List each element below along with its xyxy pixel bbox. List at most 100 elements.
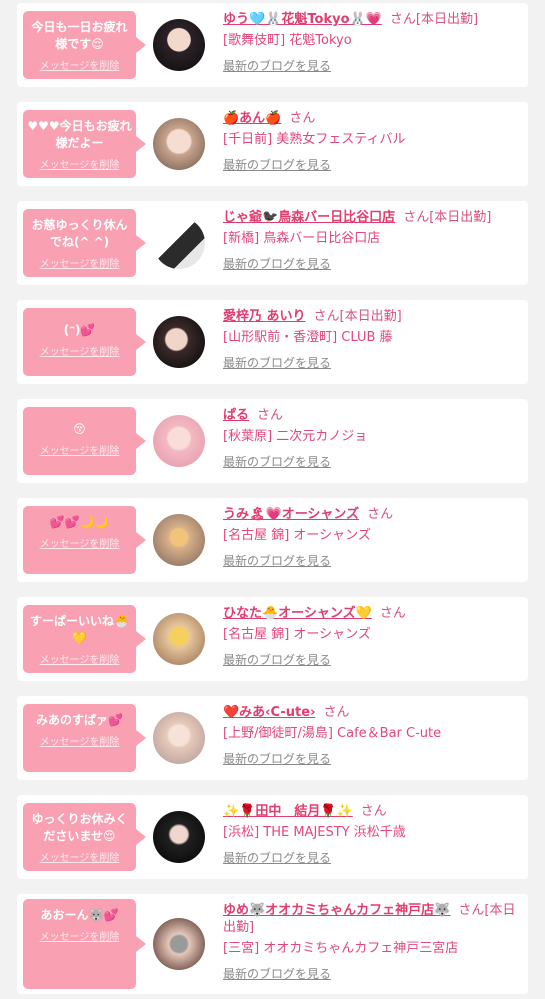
message-text: 😚 — [73, 422, 86, 436]
girl-name-link[interactable]: ひなた🐣オーシャンズ💛 — [223, 606, 372, 621]
message-text: ゆっくりお休みくださいませ😌 — [31, 812, 128, 843]
shop-name: [千日前] 美熟女フェスティバル — [223, 132, 406, 147]
message-card: みあのすぱァ💕 メッセージを削除 ❤️みあ‹C-ute› さん [上野/御徒町/湯島] … — [17, 696, 528, 780]
message-bubble: (ᵔ)💕 メッセージを削除 — [23, 308, 146, 376]
honorific-label: さん — [379, 606, 406, 621]
message-list: 今日も一日お疲れ様です😌 メッセージを削除 ゆう🩵🐰花魁Tokyo🐰💗 さん[本日出勤… — [0, 0, 545, 999]
shop-name: [浜松] THE MAJESTY 浜松千歳 — [223, 825, 406, 840]
honorific-label: さん — [289, 111, 316, 126]
girl-info: ゆめ🐺オオカミちゃんカフェ神戸店🐺 さん[本日出勤] [三宮] オオカミちゃんカフェ… — [223, 902, 523, 983]
message-bubble: みあのすぱァ💕 メッセージを削除 — [23, 704, 146, 772]
message-bubble: ゆっくりお休みくださいませ😌 メッセージを削除 — [23, 803, 146, 871]
shop-name: [秋葉原] 二次元カノジョ — [223, 429, 368, 444]
honorific-label: さん — [458, 903, 485, 918]
shop-name: [新橋] 鳥森バー日比谷口店 — [223, 231, 381, 246]
latest-blog-link[interactable]: 最新のブログを見る — [223, 850, 331, 867]
message-bubble: すーぱーいいね🐣💛 メッセージを削除 — [23, 605, 146, 673]
latest-blog-link[interactable]: 最新のブログを見る — [223, 751, 331, 768]
latest-blog-link[interactable]: 最新のブログを見る — [223, 553, 331, 570]
honorific-label: さん — [367, 507, 394, 522]
honorific-label: さん — [403, 210, 430, 225]
avatar-man-suit-logo[interactable] — [153, 217, 205, 269]
avatar-girl-black-dress[interactable] — [153, 811, 205, 863]
message-card: ♥♥♥今日もお疲れ様だよーメッセージを削除 🍎あん🍎 さん [千日前] 美熟女フェステ… — [17, 102, 528, 186]
message-card: 今日も一日お疲れ様です😌 メッセージを削除 ゆう🩵🐰花魁Tokyo🐰💗 さん[本日出勤… — [17, 3, 528, 87]
message-card: あおーん🐺💕 メッセージを削除 ゆめ🐺オオカミちゃんカフェ神戸店🐺 さん[本日出勤][… — [17, 894, 528, 994]
message-card: お慈ゆっくり休んでね(^ ^) メッセージを削除 じゃ爺🐦‍⬛鳥森バー日比谷口店 さん… — [17, 201, 528, 285]
honorific-label: さん — [389, 12, 416, 27]
message-text: ♥♥♥今日もお疲れ様だよー — [27, 119, 132, 150]
message-card: 😚 メッセージを削除 ぱる さん [秋葉原] 二次元カノジョ 最新のブログを見る — [17, 399, 528, 483]
shop-name: [名古屋 錦] オーシャンズ — [223, 528, 371, 543]
honorific-label: さん — [323, 705, 350, 720]
latest-blog-link[interactable]: 最新のブログを見る — [223, 256, 331, 273]
girl-name-line: ひなた🐣オーシャンズ💛 さん — [223, 605, 523, 622]
delete-message-link[interactable]: メッセージを削除 — [27, 442, 132, 457]
girl-info: 🍎あん🍎 さん [千日前] 美熟女フェスティバル 最新のブログを見る — [223, 110, 523, 174]
girl-name-line: うみ🏝💗オーシャンズ さん — [223, 506, 523, 523]
girl-info: ✨🌹田中 結月🌹✨ さん [浜松] THE MAJESTY 浜松千歳 最新のブログを見… — [223, 803, 523, 867]
girl-name-line: 🍎あん🍎 さん — [223, 110, 523, 127]
shop-name: [上野/御徒町/湯島] Cafe＆Bar C-ute — [223, 726, 442, 741]
message-card: ゆっくりお休みくださいませ😌 メッセージを削除 ✨🌹田中 結月🌹✨ さん [浜松] TH… — [17, 795, 528, 879]
message-text: 今日も一日お疲れ様です😌 — [31, 20, 128, 51]
delete-message-link[interactable]: メッセージを削除 — [27, 156, 132, 171]
avatar-girl-dark-hair[interactable] — [153, 19, 205, 71]
message-text: (ᵔ)💕 — [63, 323, 96, 337]
girl-name-link[interactable]: ゆめ🐺オオカミちゃんカフェ神戸店🐺 — [223, 903, 450, 918]
message-bubble: 💕💕🌙🌙 メッセージを削除 — [23, 506, 146, 574]
message-bubble: お慈ゆっくり休んでね(^ ^) メッセージを削除 — [23, 209, 146, 277]
avatar-girl-hand-face[interactable] — [153, 316, 205, 368]
latest-blog-link[interactable]: 最新のブログを見る — [223, 966, 331, 983]
delete-message-link[interactable]: メッセージを削除 — [27, 849, 132, 864]
delete-message-link[interactable]: メッセージを削除 — [27, 343, 132, 358]
girl-name-line: 愛梓乃 あいり さん[本日出勤] — [223, 308, 523, 325]
shop-name: [名古屋 錦] オーシャンズ — [223, 627, 371, 642]
latest-blog-link[interactable]: 最新のブログを見る — [223, 355, 331, 372]
delete-message-link[interactable]: メッセージを削除 — [27, 928, 132, 943]
avatar-girl-blurred-face[interactable] — [153, 118, 205, 170]
shop-name: [歌舞伎町] 花魁Tokyo — [223, 33, 352, 48]
message-text: あおーん🐺💕 — [40, 908, 119, 922]
girl-name-link[interactable]: 🍎あん🍎 — [223, 111, 281, 126]
honorific-label: さん — [257, 408, 284, 423]
girl-name-link[interactable]: ✨🌹田中 結月🌹✨ — [223, 804, 353, 819]
avatar-girl-pink-hair[interactable] — [153, 415, 205, 467]
girl-name-link[interactable]: ゆう🩵🐰花魁Tokyo🐰💗 — [223, 12, 382, 27]
message-bubble: あおーん🐺💕 メッセージを削除 — [23, 899, 146, 989]
message-bubble: 今日も一日お疲れ様です😌 メッセージを削除 — [23, 11, 146, 79]
girl-name-link[interactable]: じゃ爺🐦‍⬛鳥森バー日比谷口店 — [223, 210, 395, 225]
shop-name: [三宮] オオカミちゃんカフェ神戸三宮店 — [223, 941, 459, 956]
message-card: すーぱーいいね🐣💛 メッセージを削除 ひなた🐣オーシャンズ💛 さん [名古屋 錦] オー… — [17, 597, 528, 681]
girl-name-link[interactable]: ぱる — [223, 408, 249, 423]
latest-blog-link[interactable]: 最新のブログを見る — [223, 652, 331, 669]
delete-message-link[interactable]: メッセージを削除 — [27, 57, 132, 72]
message-text: お慈ゆっくり休んでね(^ ^) — [31, 218, 128, 249]
latest-blog-link[interactable]: 最新のブログを見る — [223, 157, 331, 174]
delete-message-link[interactable]: メッセージを削除 — [27, 651, 132, 666]
message-card: (ᵔ)💕 メッセージを削除 愛梓乃 あいり さん[本日出勤] [山形駅前・香澄町] CL… — [17, 300, 528, 384]
girl-info: ぱる さん [秋葉原] 二次元カノジョ 最新のブログを見る — [223, 407, 523, 471]
avatar-girl-yellow-sticker[interactable] — [153, 613, 205, 665]
girl-name-line: じゃ爺🐦‍⬛鳥森バー日比谷口店 さん[本日出勤] — [223, 209, 523, 226]
girl-name-link[interactable]: ❤️みあ‹C-ute› — [223, 705, 315, 720]
latest-blog-link[interactable]: 最新のブログを見る — [223, 454, 331, 471]
message-text: すーぱーいいね🐣💛 — [30, 614, 129, 645]
avatar-girl-gray-sticker[interactable] — [153, 918, 205, 970]
shop-name: [山形駅前・香澄町] CLUB 藤 — [223, 330, 393, 345]
avatar-girl-bear-sticker[interactable] — [153, 514, 205, 566]
girl-info: じゃ爺🐦‍⬛鳥森バー日比谷口店 さん[本日出勤] [新橋] 鳥森バー日比谷口店 最新の… — [223, 209, 523, 273]
latest-blog-link[interactable]: 最新のブログを見る — [223, 58, 331, 75]
delete-message-link[interactable]: メッセージを削除 — [27, 535, 132, 550]
work-status-badge: [本日出勤] — [415, 12, 479, 27]
honorific-label: さん — [360, 804, 387, 819]
girl-name-link[interactable]: 愛梓乃 あいり — [223, 309, 306, 324]
message-card: 💕💕🌙🌙 メッセージを削除 うみ🏝💗オーシャンズ さん [名古屋 錦] オーシャンズ 最新… — [17, 498, 528, 582]
girl-name-line: ✨🌹田中 結月🌹✨ さん — [223, 803, 523, 820]
delete-message-link[interactable]: メッセージを削除 — [27, 733, 132, 748]
delete-message-link[interactable]: メッセージを削除 — [27, 255, 132, 270]
avatar-girl-light-hair[interactable] — [153, 712, 205, 764]
work-status-badge: [本日出勤] — [339, 309, 402, 324]
girl-name-link[interactable]: うみ🏝💗オーシャンズ — [223, 507, 359, 522]
work-status-badge: [本日出勤] — [429, 210, 492, 225]
